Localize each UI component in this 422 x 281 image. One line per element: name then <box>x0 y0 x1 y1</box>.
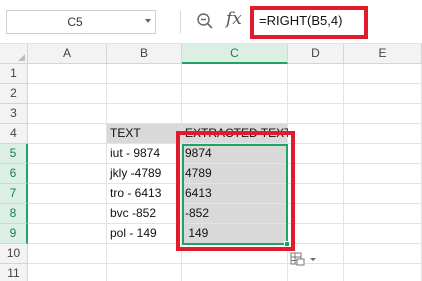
cell-d8[interactable] <box>288 204 344 224</box>
column-header-d[interactable]: D <box>288 44 344 64</box>
cell-b2[interactable] <box>107 84 182 104</box>
cell-b11[interactable] <box>107 264 182 281</box>
cell-a11[interactable] <box>28 264 107 281</box>
row-header-5[interactable]: 5 <box>0 144 28 164</box>
cell-a6[interactable] <box>28 164 107 184</box>
row-header-10[interactable]: 10 <box>0 244 28 264</box>
cell-e10[interactable] <box>344 244 422 264</box>
row-header-4[interactable]: 4 <box>0 124 28 144</box>
zoom-icon[interactable] <box>196 12 214 30</box>
quick-analysis-icon[interactable] <box>290 251 318 267</box>
cell-a4[interactable] <box>28 124 107 144</box>
cell-d1[interactable] <box>288 64 344 84</box>
cell-d5[interactable] <box>288 144 344 164</box>
cell-a5[interactable] <box>28 144 107 164</box>
column-header-a[interactable]: A <box>28 44 107 64</box>
cell-b10[interactable] <box>107 244 182 264</box>
text-cell[interactable]: jkly -4789 <box>107 164 182 184</box>
cell-d4[interactable] <box>288 124 344 144</box>
cell-e6[interactable] <box>344 164 422 184</box>
fx-icon[interactable]: fx <box>226 9 242 29</box>
cell-e5[interactable] <box>344 144 422 164</box>
cell-e4[interactable] <box>344 124 422 144</box>
table-header-text[interactable]: TEXT <box>107 124 182 144</box>
cell-d9[interactable] <box>288 224 344 244</box>
cell-d7[interactable] <box>288 184 344 204</box>
cell-d2[interactable] <box>288 84 344 104</box>
result-highlight-box <box>176 131 295 251</box>
cell-e2[interactable] <box>344 84 422 104</box>
formula-bar: C5 fx =RIGHT(B5,4) <box>0 0 422 44</box>
cell-a8[interactable] <box>28 204 107 224</box>
column-header-e[interactable]: E <box>344 44 422 64</box>
cell-a7[interactable] <box>28 184 107 204</box>
formula-bar-divider <box>180 11 181 33</box>
cell-e3[interactable] <box>344 104 422 124</box>
cell-e8[interactable] <box>344 204 422 224</box>
cell-c11[interactable] <box>182 264 288 281</box>
cell-b1[interactable] <box>107 64 182 84</box>
cell-a3[interactable] <box>28 104 107 124</box>
row-header-3[interactable]: 3 <box>0 104 28 124</box>
text-cell[interactable]: pol - 149 <box>107 224 182 244</box>
select-all-corner[interactable] <box>0 44 28 64</box>
cell-e7[interactable] <box>344 184 422 204</box>
cell-c1[interactable] <box>182 64 288 84</box>
row-header-1[interactable]: 1 <box>0 64 28 84</box>
cell-a1[interactable] <box>28 64 107 84</box>
row-header-7[interactable]: 7 <box>0 184 28 204</box>
cell-c3[interactable] <box>182 104 288 124</box>
column-header-b[interactable]: B <box>107 44 182 64</box>
row-header-6[interactable]: 6 <box>0 164 28 184</box>
name-box[interactable]: C5 <box>6 10 156 34</box>
column-header-c[interactable]: C <box>182 44 288 64</box>
cell-d3[interactable] <box>288 104 344 124</box>
cell-a10[interactable] <box>28 244 107 264</box>
text-cell[interactable]: bvc -852 <box>107 204 182 224</box>
text-cell[interactable]: iut - 9874 <box>107 144 182 164</box>
row-header-2[interactable]: 2 <box>0 84 28 104</box>
cell-c2[interactable] <box>182 84 288 104</box>
cell-e1[interactable] <box>344 64 422 84</box>
cell-a2[interactable] <box>28 84 107 104</box>
cell-e11[interactable] <box>344 264 422 281</box>
row-header-11[interactable]: 11 <box>0 264 28 281</box>
chevron-down-icon[interactable] <box>145 19 151 23</box>
cell-a9[interactable] <box>28 224 107 244</box>
cell-b3[interactable] <box>107 104 182 124</box>
row-header-8[interactable]: 8 <box>0 204 28 224</box>
cell-d6[interactable] <box>288 164 344 184</box>
cell-e9[interactable] <box>344 224 422 244</box>
formula-highlight-box <box>250 6 368 39</box>
text-cell[interactable]: tro - 6413 <box>107 184 182 204</box>
row-header-9[interactable]: 9 <box>0 224 28 244</box>
name-box-value: C5 <box>67 15 83 29</box>
